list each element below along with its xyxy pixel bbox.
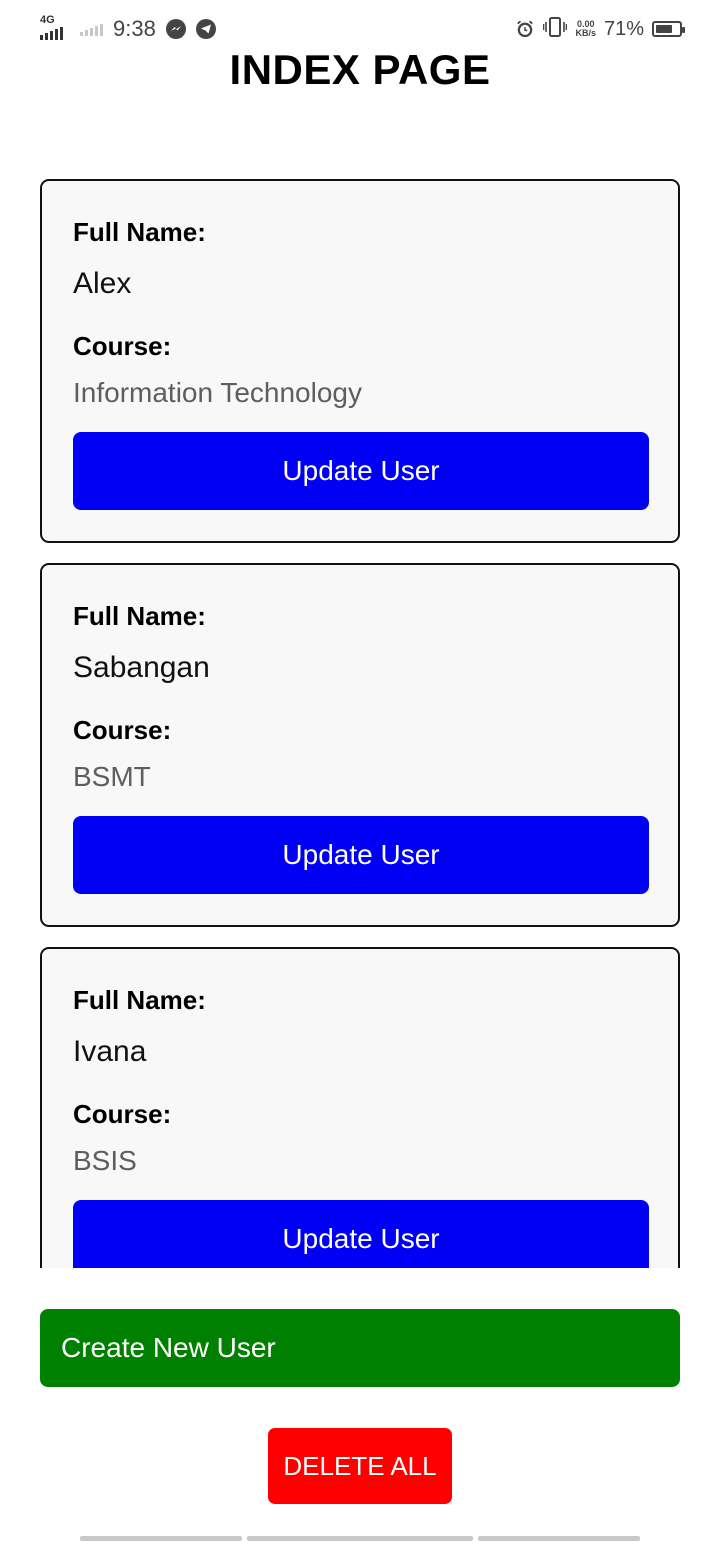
full-name-value: Sabangan bbox=[73, 651, 210, 684]
course-label: Course: bbox=[73, 1099, 172, 1129]
course-value: Information Technology bbox=[73, 377, 362, 408]
full-name-value: Ivana bbox=[73, 1035, 147, 1068]
nav-segment[interactable] bbox=[478, 1536, 640, 1541]
course-label: Course: bbox=[73, 715, 172, 745]
delete-all-button[interactable]: DELETE ALL bbox=[268, 1428, 452, 1504]
battery-icon bbox=[652, 21, 685, 37]
user-list[interactable]: Full Name: Alex Course: Information Tech… bbox=[0, 179, 720, 1268]
clock: 9:38 bbox=[113, 16, 156, 41]
nav-segment[interactable] bbox=[80, 1536, 242, 1541]
update-user-button[interactable]: Update User bbox=[73, 432, 649, 510]
page-title: INDEX PAGE bbox=[229, 46, 491, 93]
navigation-bar[interactable] bbox=[80, 1536, 640, 1541]
course-label: Course: bbox=[73, 331, 172, 361]
full-name-label: Full Name: bbox=[73, 217, 206, 247]
battery-percent: 71% bbox=[603, 17, 644, 40]
update-user-button[interactable]: Update User bbox=[73, 1200, 649, 1268]
secondary-signal-icon bbox=[80, 22, 103, 36]
full-name-label: Full Name: bbox=[73, 601, 206, 631]
battery-fill bbox=[656, 25, 672, 33]
messenger-icon bbox=[165, 19, 186, 39]
network-speed: 0.00 KB/s bbox=[575, 20, 596, 38]
full-name-label: Full Name: bbox=[73, 985, 206, 1015]
course-value: BSIS bbox=[73, 1145, 137, 1176]
mobile-signal-icon: 4G bbox=[40, 14, 70, 42]
vibrate-icon bbox=[543, 16, 568, 43]
create-new-user-button[interactable]: Create New User bbox=[40, 1309, 680, 1387]
course-value: BSMT bbox=[73, 761, 151, 792]
user-card: Full Name: Alex Course: Information Tech… bbox=[40, 179, 680, 543]
update-user-button[interactable]: Update User bbox=[73, 816, 649, 894]
alarm-icon bbox=[515, 19, 535, 39]
user-card: Full Name: Sabangan Course: BSMT Update … bbox=[40, 563, 680, 927]
network-type: 4G bbox=[40, 14, 55, 26]
user-card: Full Name: Ivana Course: BSIS Update Use… bbox=[40, 947, 680, 1268]
speed-unit: KB/s bbox=[575, 28, 596, 38]
nav-segment[interactable] bbox=[247, 1536, 473, 1541]
telegram-icon bbox=[195, 19, 216, 39]
full-name-value: Alex bbox=[73, 267, 132, 300]
